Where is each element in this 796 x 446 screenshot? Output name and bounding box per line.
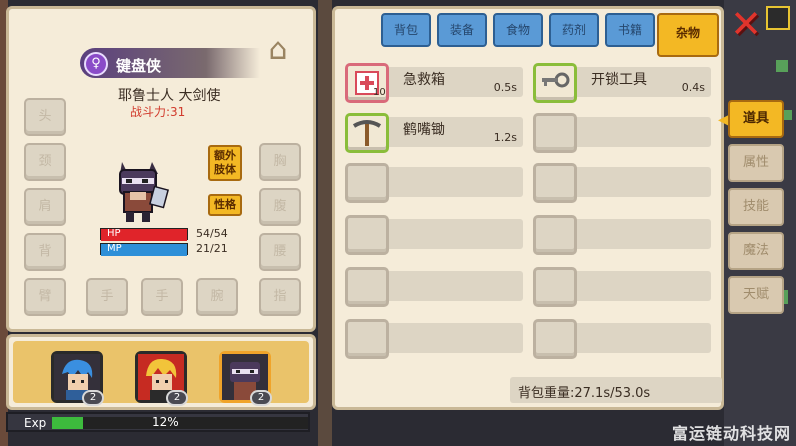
mp-row: MP 21/21: [100, 242, 260, 256]
empty-slot[interactable]: [345, 215, 523, 255]
empty-slot-icon: [345, 215, 389, 255]
item-weight: 0.4s: [681, 81, 705, 94]
slot-belly[interactable]: 腹: [259, 188, 301, 226]
empty-slot[interactable]: [533, 319, 711, 359]
item-count: 10: [373, 87, 386, 98]
item-name: 急救箱: [403, 72, 445, 88]
slot-waist[interactable]: 腰: [259, 233, 301, 271]
empty-slot[interactable]: [533, 215, 711, 255]
mp-value: 21/21: [196, 242, 228, 255]
hp-value: 54/54: [196, 227, 228, 240]
hp-row: HP 54/54: [100, 227, 260, 241]
empty-slot-icon: [533, 215, 577, 255]
tab-backpack[interactable]: 背包: [381, 13, 431, 47]
hp-label: HP: [107, 228, 121, 239]
empty-slot[interactable]: [533, 267, 711, 307]
tab-potions[interactable]: 药剂: [549, 13, 599, 47]
slot-hand-left[interactable]: 手: [86, 278, 128, 316]
empty-slot-icon: [533, 113, 577, 153]
inventory-panel: 背包 装备 食物 药剂 书籍 杂物 10 急救箱 0.5s 开锁工具 0.4s …: [332, 6, 724, 410]
tab-equipment[interactable]: 装备: [437, 13, 487, 47]
side-tab-talent[interactable]: 天赋: [728, 276, 784, 314]
party-member-3-level: 2: [250, 390, 272, 406]
empty-slot-icon: [345, 267, 389, 307]
side-tab-skills[interactable]: 技能: [728, 188, 784, 226]
empty-slot[interactable]: [533, 163, 711, 203]
slot-head[interactable]: 头: [24, 98, 66, 136]
slot-arm[interactable]: 臂: [24, 278, 66, 316]
side-tab-attributes[interactable]: 属性: [728, 144, 784, 182]
slot-wrist[interactable]: 腕: [196, 278, 238, 316]
close-icon[interactable]: ✕: [728, 5, 764, 44]
exp-track: 12%: [52, 415, 308, 429]
combat-power: 战斗力:31: [130, 105, 186, 119]
item-pickaxe[interactable]: 鹤嘴锄 1.2s: [345, 113, 523, 153]
empty-slot-icon: [345, 319, 389, 359]
character-sprite: [119, 162, 170, 222]
party-member-3[interactable]: 2: [219, 351, 272, 406]
backpack-weight: 背包重量:27.1s/53.0s: [510, 377, 722, 403]
party-member-2[interactable]: 2: [135, 351, 188, 406]
item-weight: 0.5s: [493, 81, 517, 94]
extra-limb-button[interactable]: 额外 肢体: [208, 145, 242, 181]
slot-back[interactable]: 背: [24, 233, 66, 271]
exp-percent: 12%: [152, 415, 179, 429]
slot-finger[interactable]: 指: [259, 278, 301, 316]
empty-slot[interactable]: [345, 163, 523, 203]
mp-label: MP: [107, 243, 122, 254]
slot-chest[interactable]: 胸: [259, 143, 301, 181]
pickaxe-icon: [345, 113, 389, 153]
empty-slot-icon: [345, 163, 389, 203]
item-first-aid-kit[interactable]: 10 急救箱 0.5s: [345, 63, 523, 103]
watermark: 富运链动科技网: [672, 424, 792, 443]
item-lockpick[interactable]: 开锁工具 0.4s: [533, 63, 711, 103]
side-tab-magic[interactable]: 魔法: [728, 232, 784, 270]
party-panel: 2 2 2: [6, 334, 316, 410]
tab-books[interactable]: 书籍: [605, 13, 655, 47]
side-tab-items[interactable]: 道具: [728, 100, 784, 138]
empty-slot[interactable]: [345, 319, 523, 359]
item-name: 开锁工具: [591, 72, 647, 88]
empty-slot[interactable]: [533, 113, 711, 153]
person-icon: ♀: [84, 52, 108, 76]
tab-misc[interactable]: 杂物: [657, 13, 719, 57]
mp-bar: MP: [100, 243, 188, 256]
exp-label: Exp: [24, 416, 47, 430]
party-member-2-level: 2: [166, 390, 188, 406]
background-middle: [318, 0, 332, 446]
hanger-icon[interactable]: ⌂: [256, 32, 300, 68]
exp-bar: Exp 12%: [6, 412, 310, 432]
personality-button[interactable]: 性格: [208, 194, 242, 216]
backpack-weight-text: 背包重量:27.1s/53.0s: [518, 386, 651, 401]
lockpick-icon: [533, 63, 577, 103]
slot-neck[interactable]: 颈: [24, 143, 66, 181]
slot-shoulder[interactable]: 肩: [24, 188, 66, 226]
slot-hand-right[interactable]: 手: [141, 278, 183, 316]
party-strip: 2 2 2: [13, 341, 309, 406]
empty-slot[interactable]: [345, 267, 523, 307]
exp-fill: [52, 417, 83, 429]
item-weight: 1.2s: [493, 131, 517, 144]
hp-bar: HP: [100, 228, 188, 241]
party-member-1[interactable]: 2: [51, 351, 104, 406]
corner-menu-icon[interactable]: [766, 6, 790, 30]
character-title: 耶鲁士人 大剑使: [118, 88, 221, 104]
item-name: 鹤嘴锄: [403, 122, 445, 138]
tab-food[interactable]: 食物: [493, 13, 543, 47]
empty-slot-icon: [533, 319, 577, 359]
empty-slot-icon: [533, 163, 577, 203]
empty-slot-icon: [533, 267, 577, 307]
character-name: 键盘侠: [116, 57, 162, 75]
party-member-1-level: 2: [82, 390, 104, 406]
